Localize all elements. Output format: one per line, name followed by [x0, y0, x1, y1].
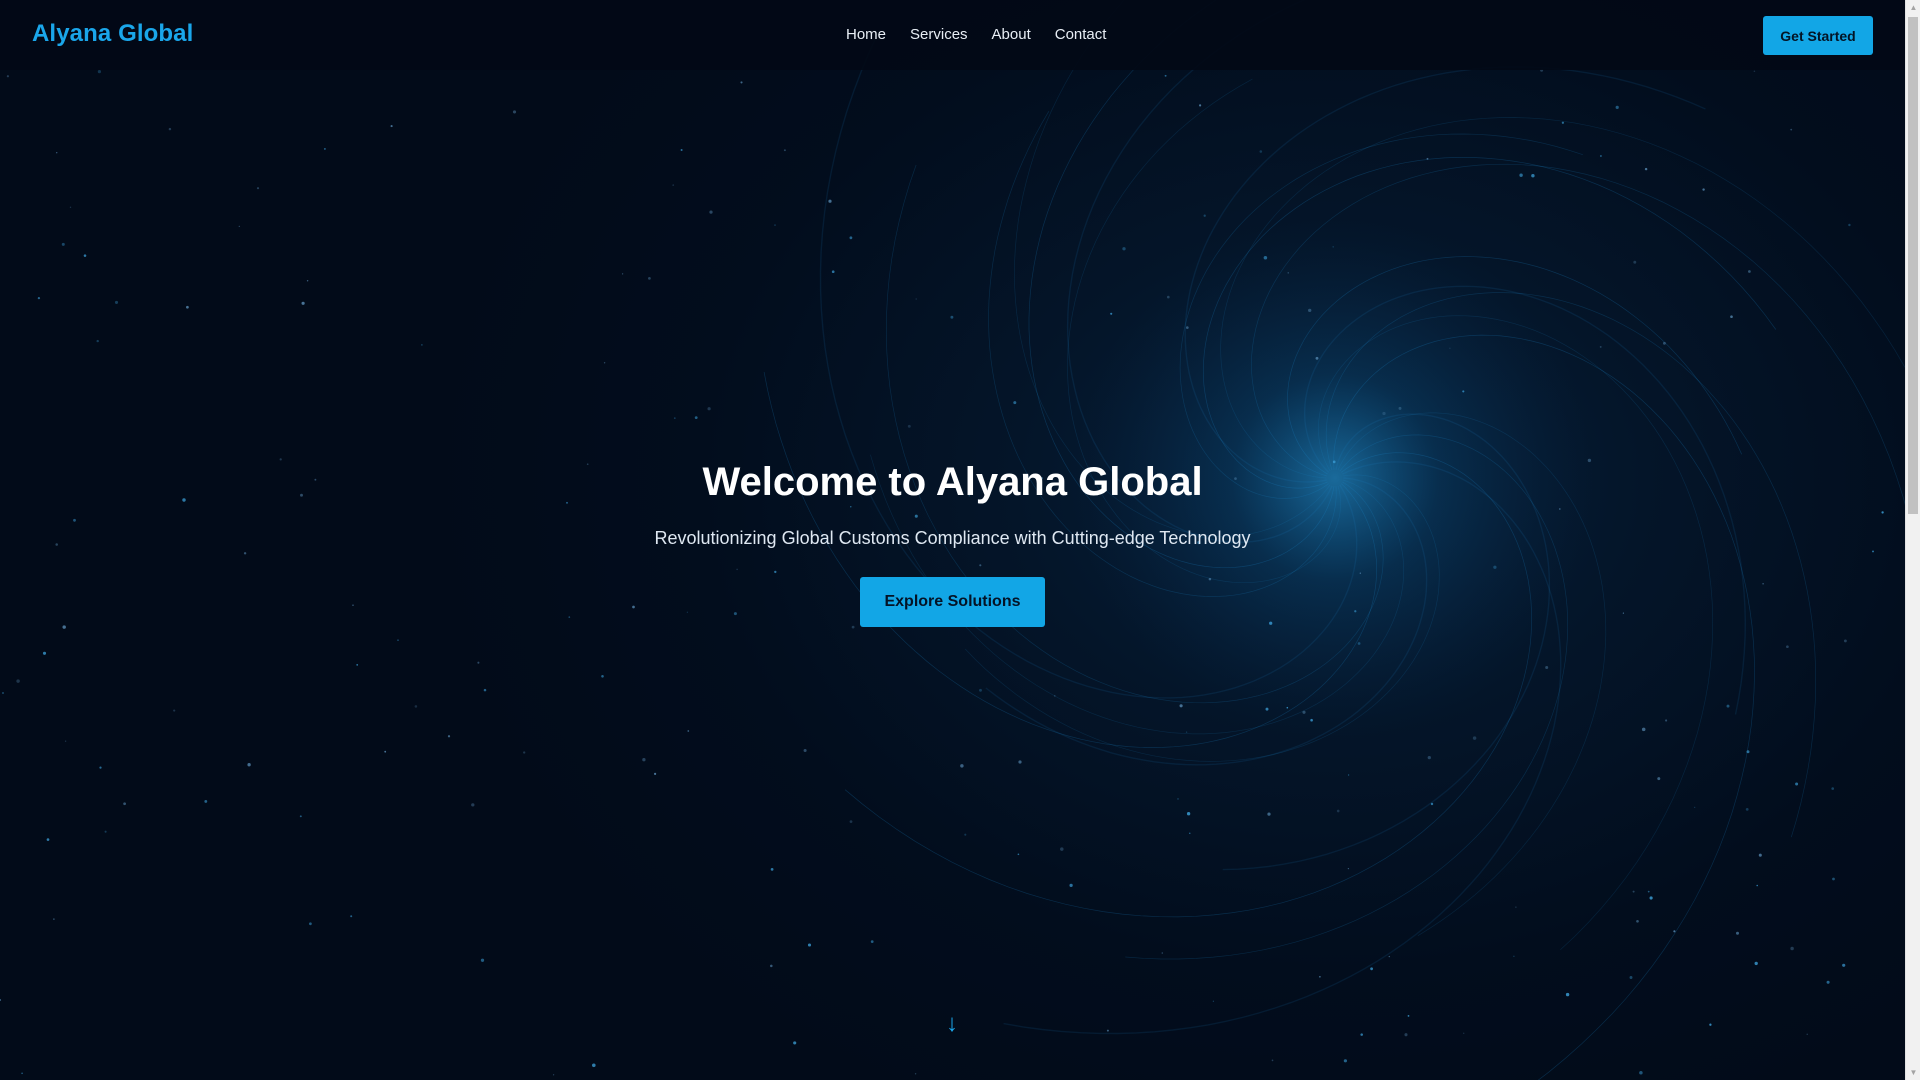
brand-logo-text[interactable]: Alyana Global [32, 20, 193, 48]
hero-subtitle: Revolutionizing Global Customs Complianc… [654, 528, 1251, 548]
explore-solutions-button[interactable]: Explore Solutions [860, 577, 1045, 627]
page-viewport: Alyana Global Home Services About Contac… [0, 0, 1905, 1080]
main-nav: Home Services About Contact [846, 26, 1130, 43]
nav-home-link[interactable]: Home [846, 26, 886, 43]
scroll-down-icon[interactable]: ▼ [1906, 1065, 1920, 1080]
hero-title: Welcome to Alyana Global [702, 460, 1203, 504]
nav-contact-link[interactable]: Contact [1055, 26, 1107, 43]
scroll-up-icon[interactable]: ▲ [1906, 0, 1920, 15]
top-navbar: Alyana Global Home Services About Contac… [0, 0, 1905, 70]
get-started-button[interactable]: Get Started [1763, 16, 1873, 55]
scrollbar-thumb[interactable] [1908, 17, 1918, 514]
hero-section: Welcome to Alyana Global Revolutionizing… [0, 70, 1905, 1080]
scroll-down-arrow-icon[interactable]: ↓ [942, 1010, 962, 1038]
nav-services-link[interactable]: Services [910, 26, 968, 43]
page-scrollbar[interactable]: ▲ ▼ [1905, 0, 1920, 1080]
nav-about-link[interactable]: About [992, 26, 1031, 43]
